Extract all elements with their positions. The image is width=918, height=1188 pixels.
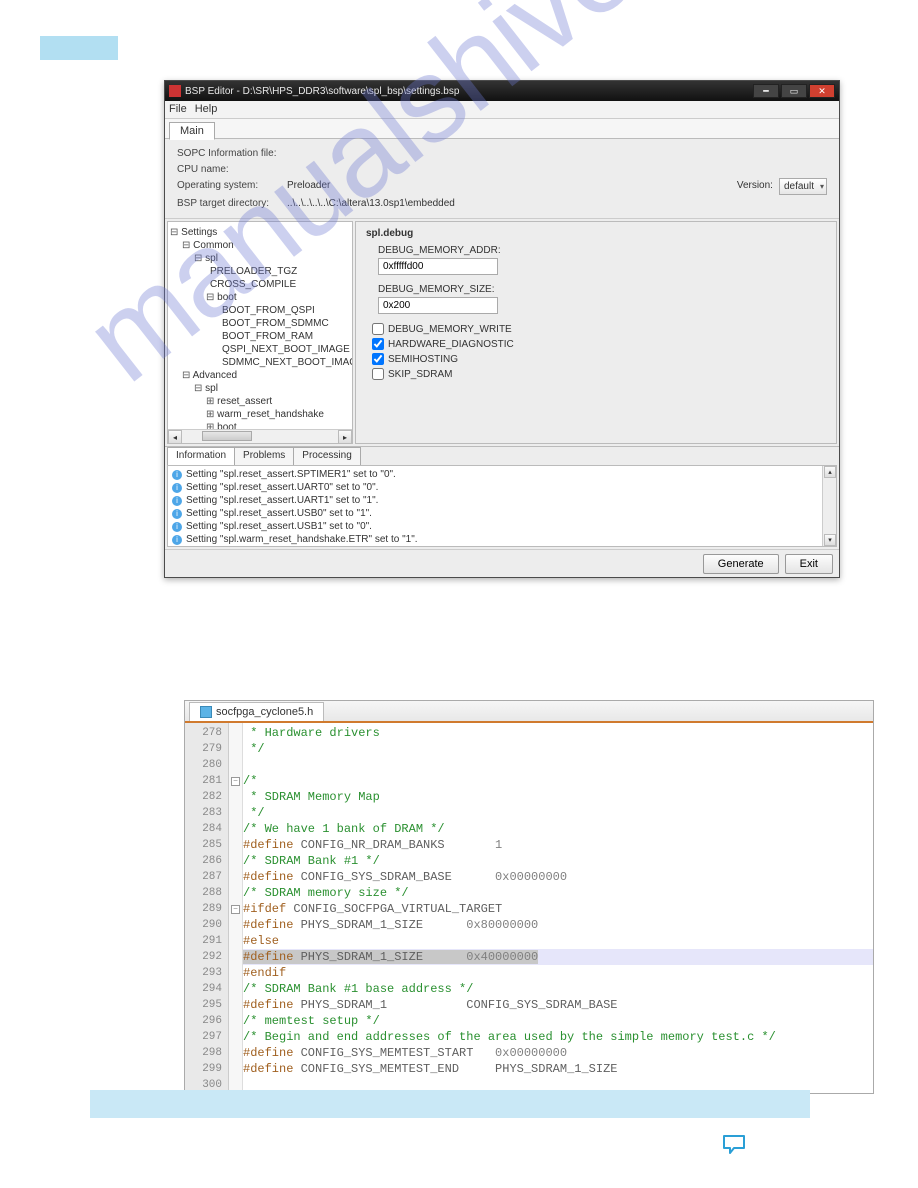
info-icon: i xyxy=(172,483,182,493)
action-bar: Generate Exit xyxy=(165,549,839,577)
log-line: Setting "spl.warm_reset_handshake.FPGA" … xyxy=(186,546,425,547)
tab-main[interactable]: Main xyxy=(169,122,215,140)
log-line: Setting "spl.reset_assert.USB1" set to "… xyxy=(186,520,372,533)
code-file-tab-label: socfpga_cyclone5.h xyxy=(216,706,313,718)
log-line: Setting "spl.reset_assert.USB0" set to "… xyxy=(186,507,372,520)
tree-settings[interactable]: Settings xyxy=(181,227,217,238)
tree-warm-reset[interactable]: warm_reset_handshake xyxy=(217,409,324,420)
minimize-button[interactable]: ━ xyxy=(753,84,779,98)
page-corner-tab xyxy=(40,36,118,60)
footer-bar xyxy=(90,1090,810,1118)
tree-boot-qspi[interactable]: BOOT_FROM_QSPI xyxy=(222,305,315,316)
chk-hw-diagnostic-label: HARDWARE_DIAGNOSTIC xyxy=(388,339,514,350)
tree-boot-ram[interactable]: BOOT_FROM_RAM xyxy=(222,331,313,342)
bottom-tabbar: Information Problems Processing xyxy=(165,447,839,465)
tab-problems[interactable]: Problems xyxy=(234,447,294,465)
code-file-tab[interactable]: socfpga_cyclone5.h xyxy=(189,702,324,721)
code-body[interactable]: 2782792802812822832842852862872882892902… xyxy=(185,723,873,1093)
bsp-dir-value: ..\..\..\..\..\C:\altera\13.0sp1\embedde… xyxy=(287,196,827,211)
code-tabbar: socfpga_cyclone5.h xyxy=(185,701,873,723)
menu-help[interactable]: Help xyxy=(195,103,218,116)
tree-advanced[interactable]: Advanced xyxy=(193,370,237,381)
window-titlebar[interactable]: BSP Editor - D:\SR\HPS_DDR3\software\spl… xyxy=(165,81,839,101)
info-icon: i xyxy=(172,496,182,506)
tree-spl[interactable]: spl xyxy=(205,253,218,264)
debug-settings-form: spl.debug DEBUG_MEMORY_ADDR: DEBUG_MEMOR… xyxy=(355,221,837,444)
scroll-thumb[interactable] xyxy=(202,431,252,441)
debug-addr-label: DEBUG_MEMORY_ADDR: xyxy=(378,245,826,256)
debug-addr-input[interactable] xyxy=(378,258,498,275)
tree-spl2[interactable]: spl xyxy=(205,383,218,394)
upper-tabbar: Main xyxy=(165,119,839,139)
tree-reset-assert[interactable]: reset_assert xyxy=(217,396,272,407)
code-content[interactable]: * Hardware drivers */ /* * SDRAM Memory … xyxy=(243,723,873,1093)
tree-qspi-next[interactable]: QSPI_NEXT_BOOT_IMAGE xyxy=(222,344,350,355)
info-icon: i xyxy=(172,535,182,545)
log-line: Setting "spl.reset_assert.SPTIMER1" set … xyxy=(186,468,396,481)
chk-hw-diagnostic[interactable] xyxy=(372,338,384,350)
line-number-gutter: 2782792802812822832842852862872882892902… xyxy=(185,723,229,1093)
generate-button[interactable]: Generate xyxy=(703,554,779,574)
tree-common[interactable]: Common xyxy=(193,240,234,251)
scroll-down-button[interactable]: ▾ xyxy=(824,534,836,546)
menu-bar: File Help xyxy=(165,101,839,119)
chk-semihosting[interactable] xyxy=(372,353,384,365)
version-select[interactable]: default xyxy=(779,178,827,195)
log-line: Setting "spl.warm_reset_handshake.ETR" s… xyxy=(186,533,418,546)
os-label: Operating system: xyxy=(177,178,287,195)
tree-boot[interactable]: boot xyxy=(217,292,236,303)
scroll-up-button[interactable]: ▴ xyxy=(824,466,836,478)
window-title: BSP Editor - D:\SR\HPS_DDR3\software\spl… xyxy=(185,86,751,97)
tree-boot-sdmmc[interactable]: BOOT_FROM_SDMMC xyxy=(222,318,329,329)
bsp-dir-label: BSP target directory: xyxy=(177,196,287,211)
app-icon xyxy=(169,85,181,97)
debug-size-label: DEBUG_MEMORY_SIZE: xyxy=(378,284,826,295)
sopc-info-panel: SOPC Information file: CPU name: Operati… xyxy=(165,139,839,219)
version-label: Version: xyxy=(737,178,773,195)
tree-sdmmc-next[interactable]: SDMMC_NEXT_BOOT_IMAGE xyxy=(222,357,353,368)
maximize-button[interactable]: ▭ xyxy=(781,84,807,98)
info-icon: i xyxy=(172,470,182,480)
log-line: Setting "spl.reset_assert.UART0" set to … xyxy=(186,481,378,494)
chk-debug-mem-write-label: DEBUG_MEMORY_WRITE xyxy=(388,324,512,335)
fold-toggle[interactable]: − xyxy=(231,777,240,786)
info-icon: i xyxy=(172,509,182,519)
file-icon xyxy=(200,706,212,718)
tab-processing[interactable]: Processing xyxy=(293,447,360,465)
form-title: spl.debug xyxy=(366,228,826,239)
chk-skip-sdram[interactable] xyxy=(372,368,384,380)
bsp-editor-window: BSP Editor - D:\SR\HPS_DDR3\software\spl… xyxy=(164,80,840,578)
sopc-file-label: SOPC Information file: xyxy=(177,146,287,161)
tree-preloader-tgz[interactable]: PRELOADER_TGZ xyxy=(210,266,297,277)
debug-size-input[interactable] xyxy=(378,297,498,314)
tree-horizontal-scrollbar[interactable]: ◂ ▸ xyxy=(168,429,352,443)
fold-toggle[interactable]: − xyxy=(231,905,240,914)
log-panel[interactable]: i Setting "spl.reset_assert.SPTIMER1" set… xyxy=(167,465,837,547)
scroll-left-button[interactable]: ◂ xyxy=(168,430,182,444)
chk-debug-mem-write[interactable] xyxy=(372,323,384,335)
os-value: Preloader xyxy=(287,178,617,195)
settings-tree[interactable]: ⊟ Settings ⊟ Common ⊟ spl PRELOADER_TGZ … xyxy=(167,221,353,444)
info-icon: i xyxy=(172,522,182,532)
tab-information[interactable]: Information xyxy=(167,447,235,465)
close-button[interactable]: ✕ xyxy=(809,84,835,98)
fold-gutter[interactable]: − − xyxy=(229,723,243,1093)
exit-button[interactable]: Exit xyxy=(785,554,833,574)
scroll-right-button[interactable]: ▸ xyxy=(338,430,352,444)
menu-file[interactable]: File xyxy=(169,103,187,116)
log-vertical-scrollbar[interactable]: ▴ ▾ xyxy=(822,466,836,546)
log-line: Setting "spl.reset_assert.UART1" set to … xyxy=(186,494,378,507)
chk-semihosting-label: SEMIHOSTING xyxy=(388,354,458,365)
code-editor-window: socfpga_cyclone5.h 278279280281282283284… xyxy=(184,700,874,1094)
tree-cross-compile[interactable]: CROSS_COMPILE xyxy=(210,279,296,290)
feedback-icon[interactable] xyxy=(722,1134,746,1156)
cpu-name-label: CPU name: xyxy=(177,162,287,177)
chk-skip-sdram-label: SKIP_SDRAM xyxy=(388,369,452,380)
